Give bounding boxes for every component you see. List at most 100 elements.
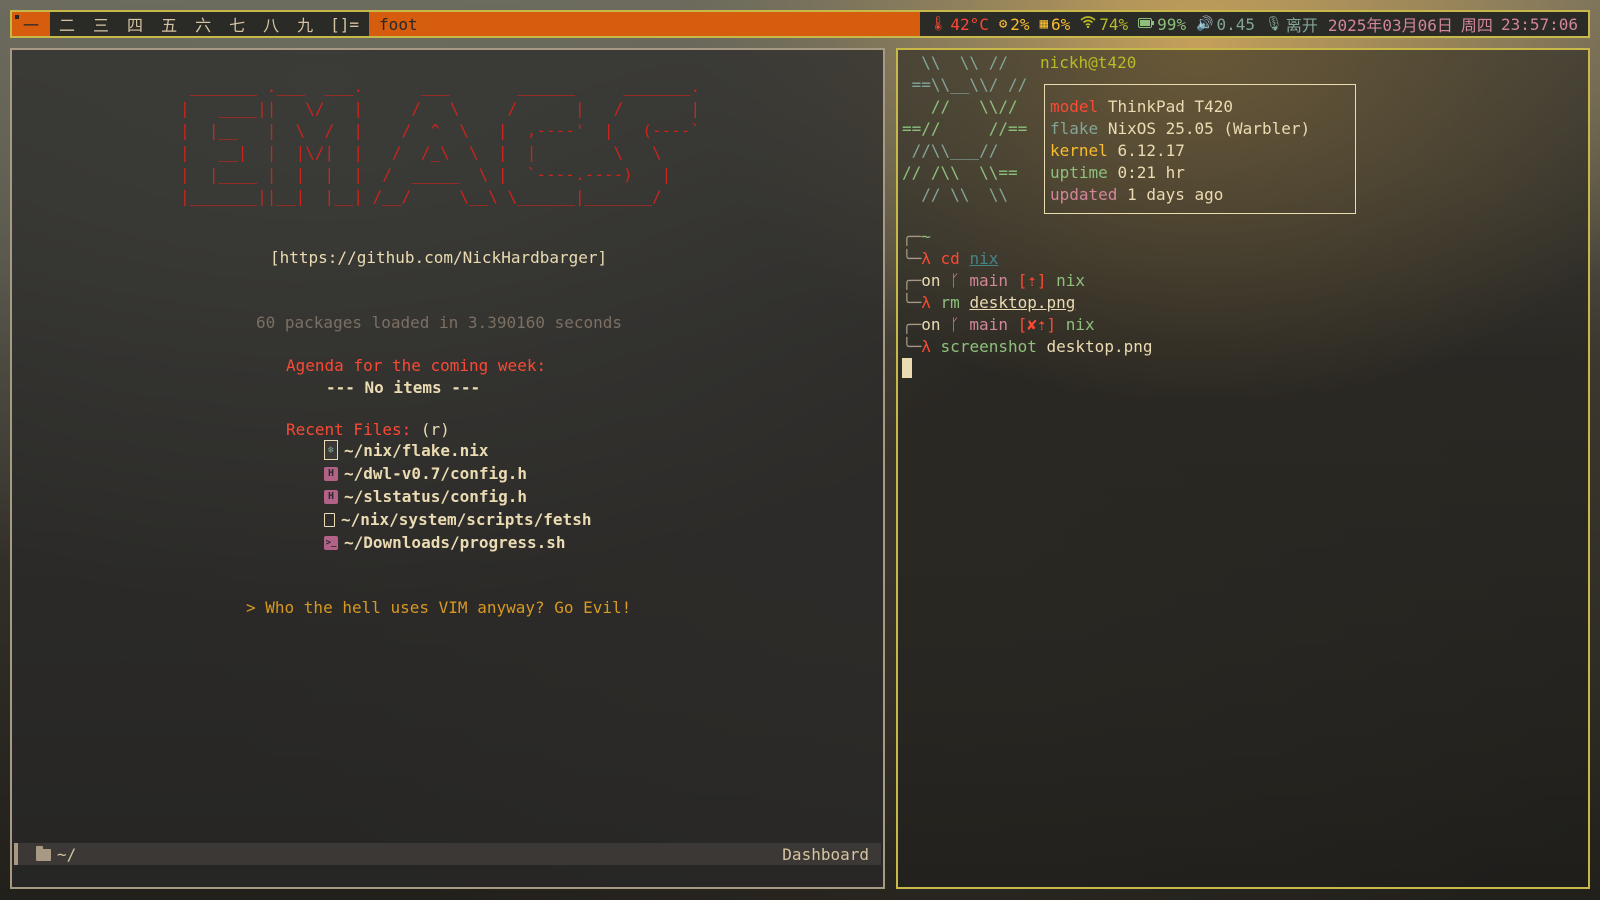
weekday-value: 周四	[1460, 16, 1493, 35]
prompt-lambda: λ	[921, 337, 931, 356]
wifi-status: 74%	[1080, 15, 1128, 34]
occupied-indicator	[15, 15, 19, 19]
window-title: foot	[369, 12, 920, 36]
git-status: [⇡]	[1017, 271, 1047, 290]
command-line: ╰─λ rm desktop.png	[902, 293, 1076, 312]
date-status: 2025年03月06日	[1328, 12, 1453, 36]
recent-file-item[interactable]: ❄ ~/nix/flake.nix	[324, 440, 489, 460]
footer-quote: > Who the hell uses VIM anyway? Go Evil!	[246, 598, 632, 617]
info-value: ThinkPad T420	[1107, 97, 1234, 116]
tag-6[interactable]: 六	[186, 12, 220, 36]
nix-file-icon: ❄	[324, 440, 338, 460]
battery-value: 99%	[1157, 14, 1187, 34]
terminal-window[interactable]: \\ \\ // ==\\__\\/ // // \\// ==// //== …	[896, 48, 1590, 889]
temp-value: 42°C	[950, 14, 989, 34]
tag-2[interactable]: 二	[50, 12, 84, 36]
info-value: 0:21 hr	[1117, 163, 1185, 182]
git-branch: main	[969, 315, 1008, 334]
microphone-icon: 🎙	[1265, 16, 1283, 32]
prompt-on: on	[921, 315, 941, 334]
user-host: nickh@t420	[1040, 53, 1137, 72]
recent-files-heading[interactable]: Recent Files: (r)	[286, 420, 450, 439]
weekday-status: 周四	[1461, 12, 1493, 36]
prompt-on: on	[921, 271, 941, 290]
agenda-heading[interactable]: Agenda for the coming week:	[286, 356, 546, 375]
command-arg: desktop.png	[969, 293, 1076, 312]
git-prompt: ╭─on ᚴ main [⇡] nix	[902, 271, 1086, 290]
tag-label: 一	[23, 16, 40, 35]
recent-file-item[interactable]: H ~/dwl-v0.7/config.h	[324, 464, 527, 483]
git-branch-icon: ᚴ	[950, 315, 960, 334]
battery-icon	[1138, 16, 1155, 32]
info-value: 1 days ago	[1127, 185, 1224, 204]
nix-logo-line: \\ \\ //	[902, 53, 1008, 72]
cpu-value: 2%	[1010, 14, 1030, 34]
tag-label: 八	[263, 16, 280, 35]
github-link[interactable]: [https://github.com/NickHardbarger]	[270, 248, 607, 267]
tag-label: 五	[161, 16, 178, 35]
command: rm	[940, 293, 960, 312]
recent-file-item[interactable]: H ~/slstatus/config.h	[324, 487, 527, 506]
cpu-status: ⚙ 2%	[999, 15, 1030, 34]
tag-4[interactable]: 四	[118, 12, 152, 36]
banner-line: | __| | |\/| | / /_\ \ | | \ \	[180, 143, 662, 162]
memory-icon: ▦	[1039, 16, 1048, 32]
tag-9[interactable]: 九	[288, 12, 322, 36]
folder-icon	[36, 845, 51, 861]
tag-3[interactable]: 三	[84, 12, 118, 36]
command-line: ╰─λ screenshot desktop.png	[902, 337, 1153, 356]
emacs-window[interactable]: _______ .___ ___. ___ ______ _______. | _…	[10, 48, 885, 889]
recent-file-path: ~/nix/flake.nix	[344, 440, 489, 460]
info-row: kernel 6.12.17	[1050, 140, 1185, 162]
nix-logo-line: ==// //==	[902, 119, 1028, 138]
recent-file-path: ~/slstatus/config.h	[344, 487, 528, 506]
banner-line: | |__ | \ / | / ^ \ | ,----' | (----`	[180, 121, 701, 140]
cpu-icon: ⚙	[998, 16, 1008, 32]
info-key: uptime	[1050, 163, 1108, 182]
nix-logo-line: // \\ \\	[902, 185, 1008, 204]
info-row: uptime 0:21 hr	[1050, 162, 1185, 184]
modeline-indicator	[14, 843, 18, 865]
command-arg: nix	[969, 249, 999, 268]
window-title-text: foot	[379, 14, 418, 34]
tag-8[interactable]: 八	[254, 12, 288, 36]
nix-logo-line: ==\\__\\/ //	[902, 75, 1028, 94]
git-branch-icon: ᚴ	[950, 271, 960, 290]
recent-file-path: ~/Downloads/progress.sh	[344, 533, 566, 552]
recent-file-item[interactable]: >_ ~/Downloads/progress.sh	[324, 533, 566, 552]
battery-status: 99%	[1138, 15, 1186, 34]
document-icon	[324, 512, 335, 527]
volume-value: 0.45	[1216, 14, 1256, 34]
prompt-dir: nix	[1065, 315, 1095, 334]
git-prompt: ╭─on ᚴ main [✘⇡] nix	[902, 315, 1095, 334]
tag-7[interactable]: 七	[220, 12, 254, 36]
info-row: flake NixOS 25.05 (Warbler)	[1050, 118, 1310, 140]
git-status: [✘⇡]	[1017, 315, 1057, 334]
info-key: updated	[1050, 185, 1118, 204]
prompt-lambda: λ	[921, 249, 931, 268]
tag-label: 七	[229, 16, 246, 35]
mem-value: 6%	[1051, 14, 1071, 34]
prompt-dir: ~	[921, 227, 931, 246]
git-branch: main	[969, 271, 1008, 290]
tag-5[interactable]: 五	[152, 12, 186, 36]
workspace-tags: 一 二 三 四 五 六 七 八 九	[12, 12, 322, 36]
header-file-icon: H	[324, 466, 338, 481]
volume-status[interactable]: 🔊 0.45	[1196, 15, 1255, 34]
recent-file-item[interactable]: ~/nix/system/scripts/fetsh	[324, 510, 591, 529]
tag-label: 二	[59, 16, 76, 35]
prompt-tree-top: ╭─~	[902, 227, 931, 246]
tag-1[interactable]: 一	[12, 12, 51, 36]
clock-status: 23:57:06	[1501, 15, 1578, 34]
info-key: flake	[1050, 119, 1099, 138]
terminal-cursor	[902, 358, 912, 378]
tag-label: 六	[195, 16, 212, 35]
mic-status[interactable]: 🎙 离开	[1265, 12, 1318, 36]
nix-logo-line: //\\___//	[902, 141, 999, 160]
layout-indicator[interactable]: []=	[322, 12, 367, 36]
wifi-value: 74%	[1099, 14, 1129, 34]
layout-symbol: []=	[330, 14, 360, 34]
recent-files-shortcut: (r)	[420, 420, 450, 439]
banner-line: |_______||__| |__| /__/ \__\ \______|___…	[180, 187, 662, 206]
recent-files-title: Recent Files:	[286, 420, 412, 439]
